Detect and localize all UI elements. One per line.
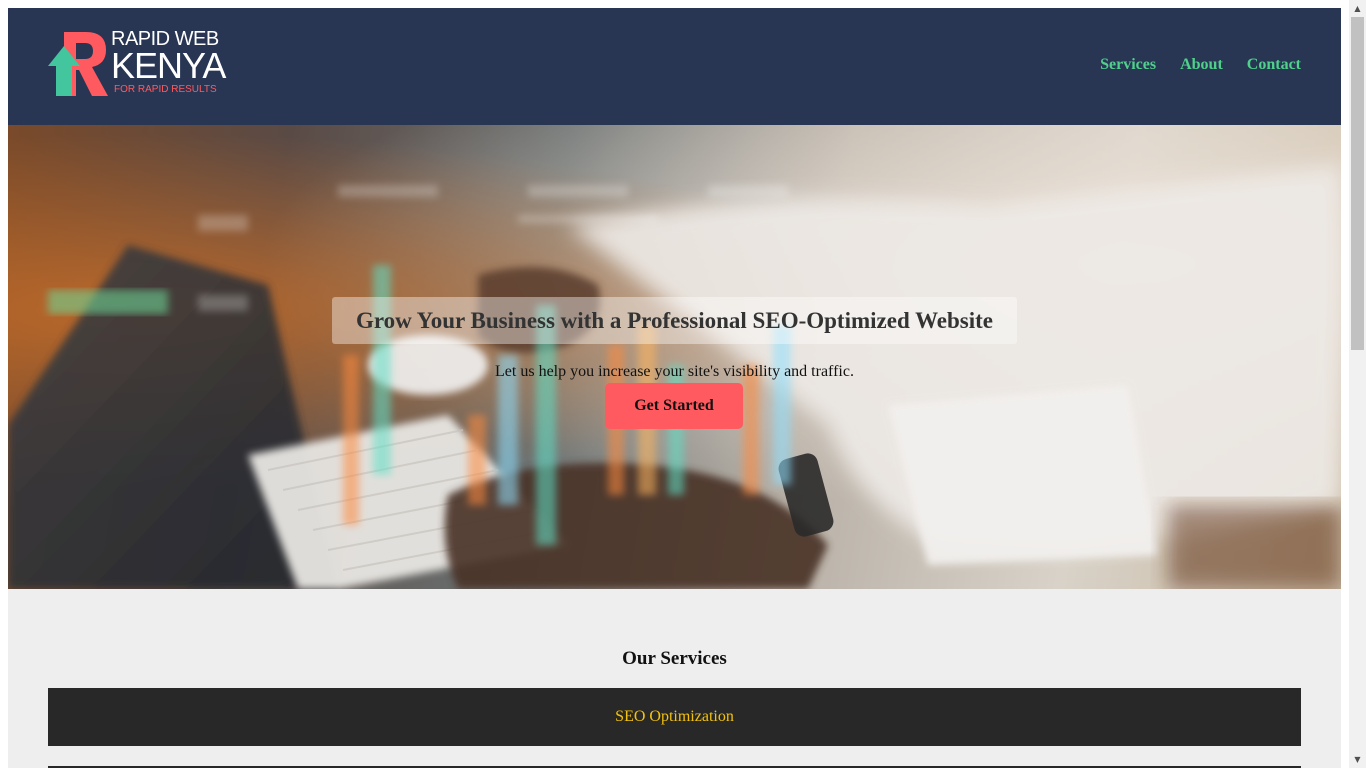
page: RAPID WEB KENYA FOR RAPID RESULTS Servic… xyxy=(8,8,1341,768)
vertical-scrollbar[interactable]: ▲ ▼ xyxy=(1349,0,1366,768)
nav-link-contact[interactable]: Contact xyxy=(1247,56,1301,74)
get-started-button[interactable]: Get Started xyxy=(605,383,743,429)
site-header: RAPID WEB KENYA FOR RAPID RESULTS Servic… xyxy=(8,8,1341,125)
logo-tagline: FOR RAPID RESULTS xyxy=(114,84,217,95)
main-nav: Services About Contact xyxy=(1100,56,1301,74)
hero-subtitle: Let us help you increase your site's vis… xyxy=(495,363,854,380)
logo-mark-icon xyxy=(48,32,108,96)
chevron-down-icon[interactable]: ▼ xyxy=(1349,751,1366,768)
nav-link-services[interactable]: Services xyxy=(1100,56,1156,74)
service-card-seo[interactable]: SEO Optimization xyxy=(48,688,1301,746)
nav-link-about[interactable]: About xyxy=(1180,56,1223,74)
hero-section: Grow Your Business with a Professional S… xyxy=(8,125,1341,589)
logo-text-main: KENYA xyxy=(111,45,226,86)
logo[interactable]: RAPID WEB KENYA FOR RAPID RESULTS xyxy=(48,28,226,100)
hero-title: Grow Your Business with a Professional S… xyxy=(332,297,1017,344)
services-title: Our Services xyxy=(622,648,727,669)
chevron-up-icon[interactable]: ▲ xyxy=(1349,0,1366,17)
scrollbar-thumb[interactable] xyxy=(1351,17,1364,350)
hero-content: Grow Your Business with a Professional S… xyxy=(8,125,1341,589)
